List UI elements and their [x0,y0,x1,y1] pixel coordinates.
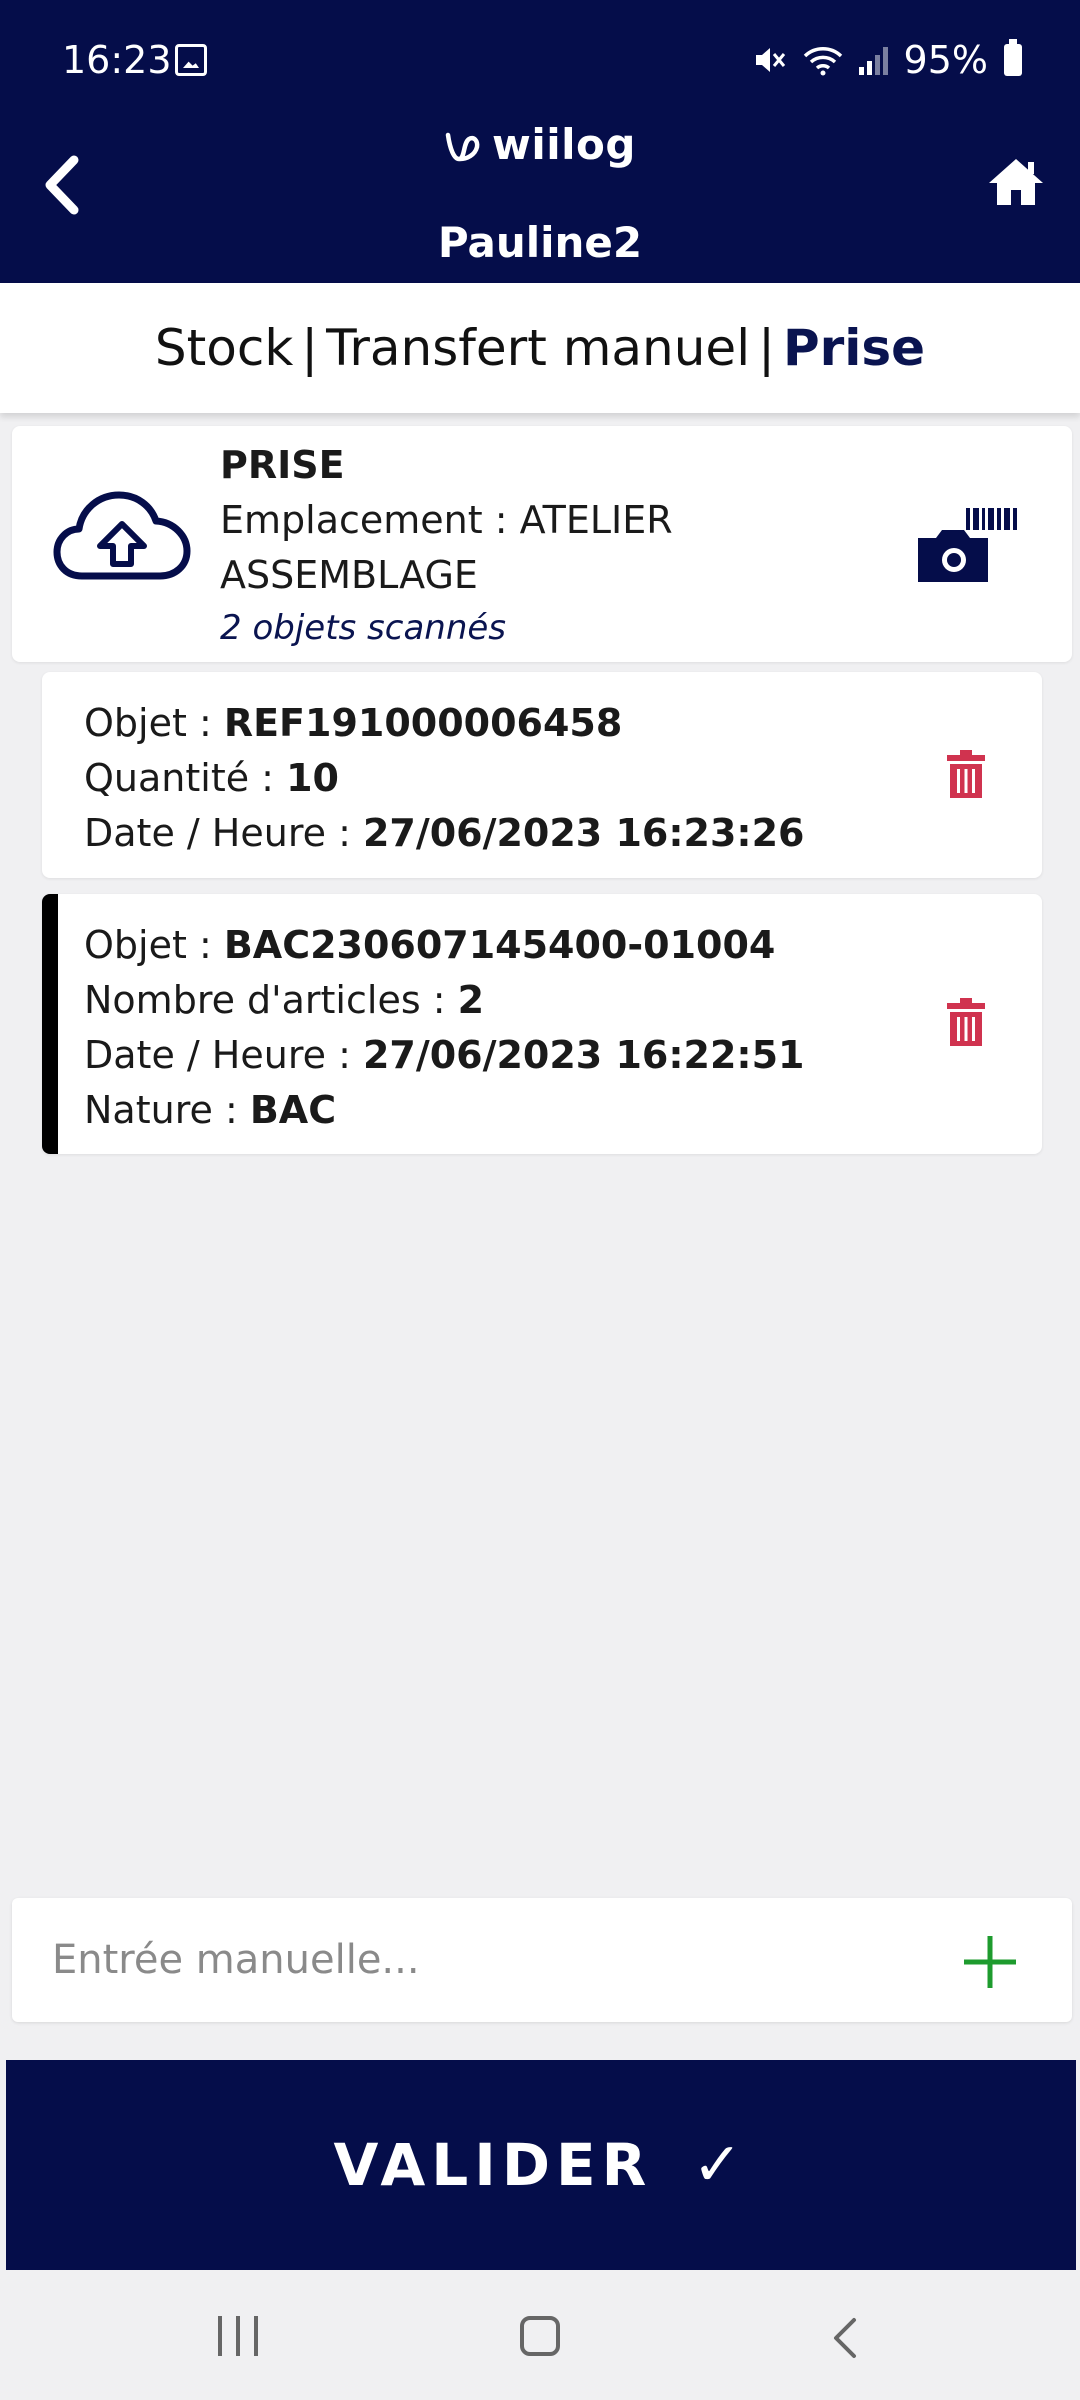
datetime-value: 27/06/2023 16:22:51 [362,1033,805,1077]
delete-trash-icon[interactable] [946,750,986,798]
status-time: 16:23 [62,38,172,82]
scanned-object-card: Objet : REF191000006458 Quantité : 10 Da… [42,672,1042,878]
object-label: Objet : [84,701,224,745]
scanned-count: 2 objets scannés [220,608,507,648]
datetime-line: Date / Heure : 27/06/2023 16:23:26 [84,806,1042,861]
scanned-object-card-selected: Objet : BAC230607145400-01004 Nombre d'a… [42,894,1042,1154]
object-reference: REF191000006458 [223,701,623,745]
app-header: 16:23 95% wiilog Pauline2 [0,0,1080,283]
object-line: Objet : BAC230607145400-01004 [84,918,1042,973]
prise-info: PRISE Emplacement : ATELIER ASSEMBLAGE 2… [220,438,673,653]
system-navigation-bar [0,2272,1080,2400]
app-screen: 16:23 95% wiilog Pauline2 Stock | Transf… [0,0,1080,2400]
quantity-label: Quantité : [84,756,287,800]
breadcrumb-item-stock[interactable]: Stock [155,319,293,377]
signal-icon [858,45,888,75]
mute-icon [755,48,785,72]
add-plus-button[interactable] [962,1934,1018,1990]
article-count-line: Nombre d'articles : 2 [84,973,1042,1028]
battery-icon [1004,39,1022,76]
validate-button[interactable]: VALIDER ✓ [6,2060,1076,2270]
manual-entry-input[interactable] [52,1928,912,1992]
nature-value: BAC [249,1088,337,1132]
home-button[interactable] [986,156,1046,208]
checkmark-icon: ✓ [692,2130,749,2200]
wifi-icon [803,47,842,76]
cloud-upload-icon [53,491,191,580]
camera-barcode-scan-button[interactable] [916,504,1020,584]
nature-label: Nature : [84,1088,250,1132]
breadcrumb-separator: | [758,319,775,377]
datetime-label: Date / Heure : [84,811,363,855]
logo-text: wiilog [492,120,636,169]
manual-entry-bar [12,1898,1072,2022]
prise-summary-card: PRISE Emplacement : ATELIER ASSEMBLAGE 2… [12,426,1072,662]
article-count-label: Nombre d'articles : [84,978,458,1022]
prise-location-continued: ASSEMBLAGE [220,553,478,597]
datetime-value: 27/06/2023 16:23:26 [362,811,805,855]
prise-title: PRISE [220,443,345,487]
datetime-line: Date / Heure : 27/06/2023 16:22:51 [84,1028,1042,1083]
object-reference: BAC230607145400-01004 [223,923,776,967]
system-home-button[interactable] [520,2316,560,2356]
user-name: Pauline2 [437,218,643,267]
breadcrumb-item-prise: Prise [782,319,926,377]
recent-apps-button[interactable] [218,2316,258,2356]
app-logo: wiilog [0,120,1080,169]
prise-location: Emplacement : ATELIER [220,498,673,542]
article-count-value: 2 [457,978,485,1022]
breadcrumb: Stock | Transfert manuel | Prise [0,283,1080,413]
validate-label: VALIDER [333,2131,653,2199]
status-icons: 95% [753,38,1022,82]
nature-line: Nature : BAC [84,1083,1042,1138]
battery-percent: 95% [903,38,988,82]
wiilog-logo-icon [445,132,480,161]
datetime-label: Date / Heure : [84,1033,363,1077]
breadcrumb-item-transfert[interactable]: Transfert manuel [326,319,750,377]
breadcrumb-separator: | [301,319,319,377]
quantity-value: 10 [286,756,339,800]
system-back-button[interactable] [826,2316,866,2360]
object-label: Objet : [84,923,224,967]
object-line: Objet : REF191000006458 [84,696,1042,751]
quantity-line: Quantité : 10 [84,751,1042,806]
delete-trash-icon[interactable] [946,998,986,1046]
gallery-notification-icon [175,44,207,76]
